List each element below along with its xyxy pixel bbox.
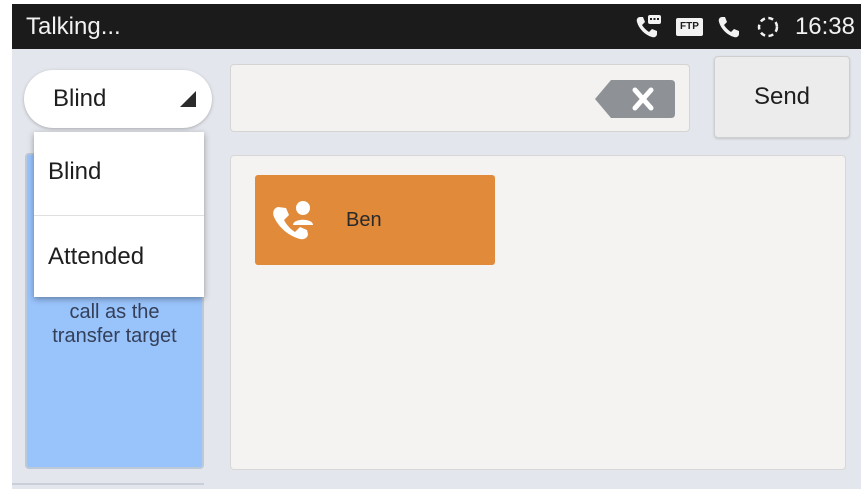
phone-screen: Talking... FTP 16:38 Blind Send call as …: [12, 4, 861, 489]
transfer-number-input[interactable]: [230, 64, 690, 132]
call-contact-icon: [270, 199, 318, 248]
status-bar: Talking... FTP 16:38: [12, 4, 861, 49]
status-icons: FTP 16:38: [634, 12, 855, 42]
phone-icon: [717, 15, 741, 39]
send-button[interactable]: Send: [714, 56, 850, 138]
mode-option-attended[interactable]: Attended: [34, 216, 204, 297]
hint-line: call as the: [69, 301, 160, 323]
loading-icon: [755, 14, 781, 40]
call-status-title: Talking...: [26, 13, 121, 40]
dropdown-arrow-icon: [180, 91, 196, 112]
mode-option-blind[interactable]: Blind: [34, 132, 204, 216]
transfer-mode-menu: Blind Attended: [34, 132, 204, 297]
transfer-mode-select[interactable]: Blind: [24, 70, 212, 128]
transfer-hint-text: call as the transfer target: [27, 300, 202, 348]
hint-line: transfer target: [52, 325, 177, 347]
backspace-icon[interactable]: [595, 80, 675, 123]
clock-time: 16:38: [794, 13, 855, 40]
contacts-area: Ben: [230, 155, 846, 470]
voicemail-phone-icon: [634, 14, 662, 40]
divider: [12, 483, 204, 489]
ftp-icon: FTP: [676, 18, 703, 36]
contact-name: Ben: [346, 209, 382, 231]
contact-card[interactable]: Ben: [255, 175, 495, 265]
transfer-mode-selected: Blind: [53, 85, 107, 112]
